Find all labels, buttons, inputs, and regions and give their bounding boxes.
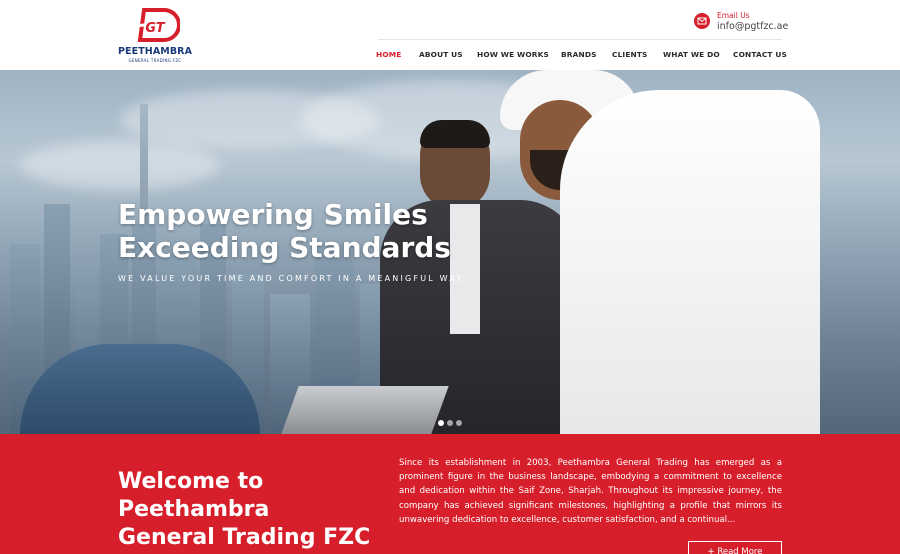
welcome-title-line-2: Peethambra — [118, 497, 270, 522]
nav-clients[interactable]: CLIENTS — [612, 50, 648, 59]
welcome-body: Since its establishment in 2003, Peetham… — [399, 458, 782, 525]
slider-dot-1[interactable] — [438, 420, 444, 426]
slider-dot-3[interactable] — [456, 420, 462, 426]
hero-title-line-1: Empowering Smiles — [118, 198, 428, 231]
logo-mark-icon: GT — [133, 8, 180, 42]
slider-dot-2[interactable] — [447, 420, 453, 426]
hero-title: Empowering Smiles Exceeding Standards — [118, 198, 451, 264]
email-address[interactable]: info@pgtfzc.ae — [717, 21, 788, 32]
nav-about-us[interactable]: ABOUT US — [419, 50, 463, 59]
welcome-title-line-1: Welcome to — [118, 469, 264, 494]
header-divider — [378, 39, 782, 40]
hero-title-line-2: Exceeding Standards — [118, 231, 451, 264]
nav-what-we-do[interactable]: WHAT WE DO — [663, 50, 720, 59]
slider-dots — [438, 420, 468, 428]
email-label: Email Us — [717, 11, 750, 20]
hero-tagline: WE VALUE YOUR TIME AND COMFORT IN A MEAN… — [118, 274, 477, 283]
emirati-figure — [500, 70, 820, 434]
read-more-button[interactable]: + Read More — [688, 541, 782, 554]
email-contact[interactable]: Email Us info@pgtfzc.ae — [694, 10, 804, 34]
hero-slider: Empowering Smiles Exceeding Standards WE… — [0, 70, 900, 434]
logo-mark-text: GT — [145, 21, 165, 36]
main-nav: HOME ABOUT US HOW WE WORKS BRANDS CLIENT… — [0, 50, 900, 62]
nav-how-we-works[interactable]: HOW WE WORKS — [477, 50, 549, 59]
email-icon — [694, 13, 710, 29]
welcome-title-line-3: General Trading FZC — [118, 525, 371, 550]
welcome-title: Welcome to Peethambra General Trading FZ… — [118, 468, 378, 552]
laptop-figure — [281, 386, 449, 434]
site-header: GT PEETHAMBRA GENERAL TRADING FZC Email … — [0, 0, 900, 70]
nav-contact-us[interactable]: CONTACT US — [733, 50, 787, 59]
nav-home[interactable]: HOME — [376, 50, 401, 59]
welcome-section: Welcome to Peethambra General Trading FZ… — [0, 434, 900, 554]
nav-brands[interactable]: BRANDS — [561, 50, 597, 59]
